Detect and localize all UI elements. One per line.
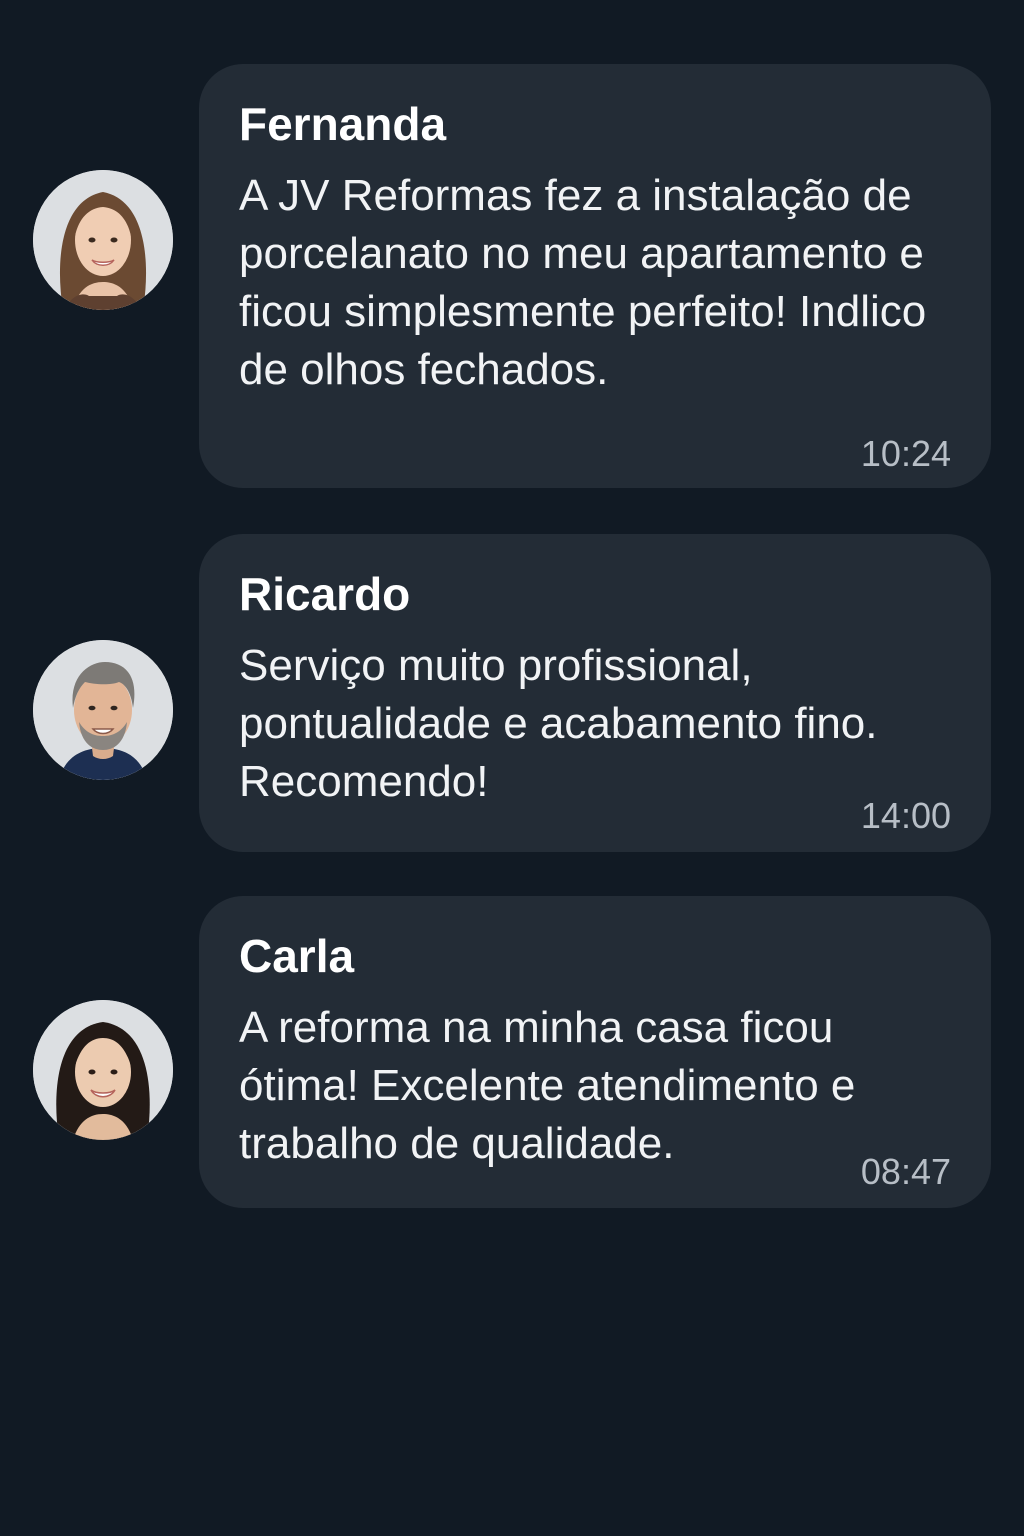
sender-name: Ricardo (239, 568, 411, 620)
chat-screen: Fernanda A JV Reformas fez a instalação … (0, 0, 1024, 1536)
avatar-fernanda[interactable] (33, 170, 173, 310)
message-bubble[interactable]: Fernanda A JV Reformas fez a instalação … (199, 64, 991, 488)
message-text: Serviço muito profissional, pontualidade… (239, 641, 878, 806)
message-bubble[interactable]: Ricardo Serviço muito profissional, pont… (199, 534, 991, 852)
sender-name: Fernanda (239, 98, 447, 150)
message-text: A reforma na minha casa ficou ótima! Exc… (239, 1003, 856, 1168)
message-timestamp: 10:24 (860, 433, 951, 474)
sender-name: Carla (239, 930, 355, 982)
message-bubble[interactable]: Carla A reforma na minha casa ficou ótim… (199, 896, 991, 1208)
avatar-ricardo[interactable] (33, 640, 173, 780)
man-avatar-icon (33, 640, 173, 780)
avatar-carla[interactable] (33, 1000, 173, 1140)
woman-avatar-icon (33, 1000, 173, 1140)
message-timestamp: 08:47 (860, 1151, 951, 1192)
message-timestamp: 14:00 (860, 795, 951, 836)
message-text: A JV Reformas fez a instalação de porcel… (239, 171, 927, 394)
woman-avatar-icon (33, 170, 173, 310)
